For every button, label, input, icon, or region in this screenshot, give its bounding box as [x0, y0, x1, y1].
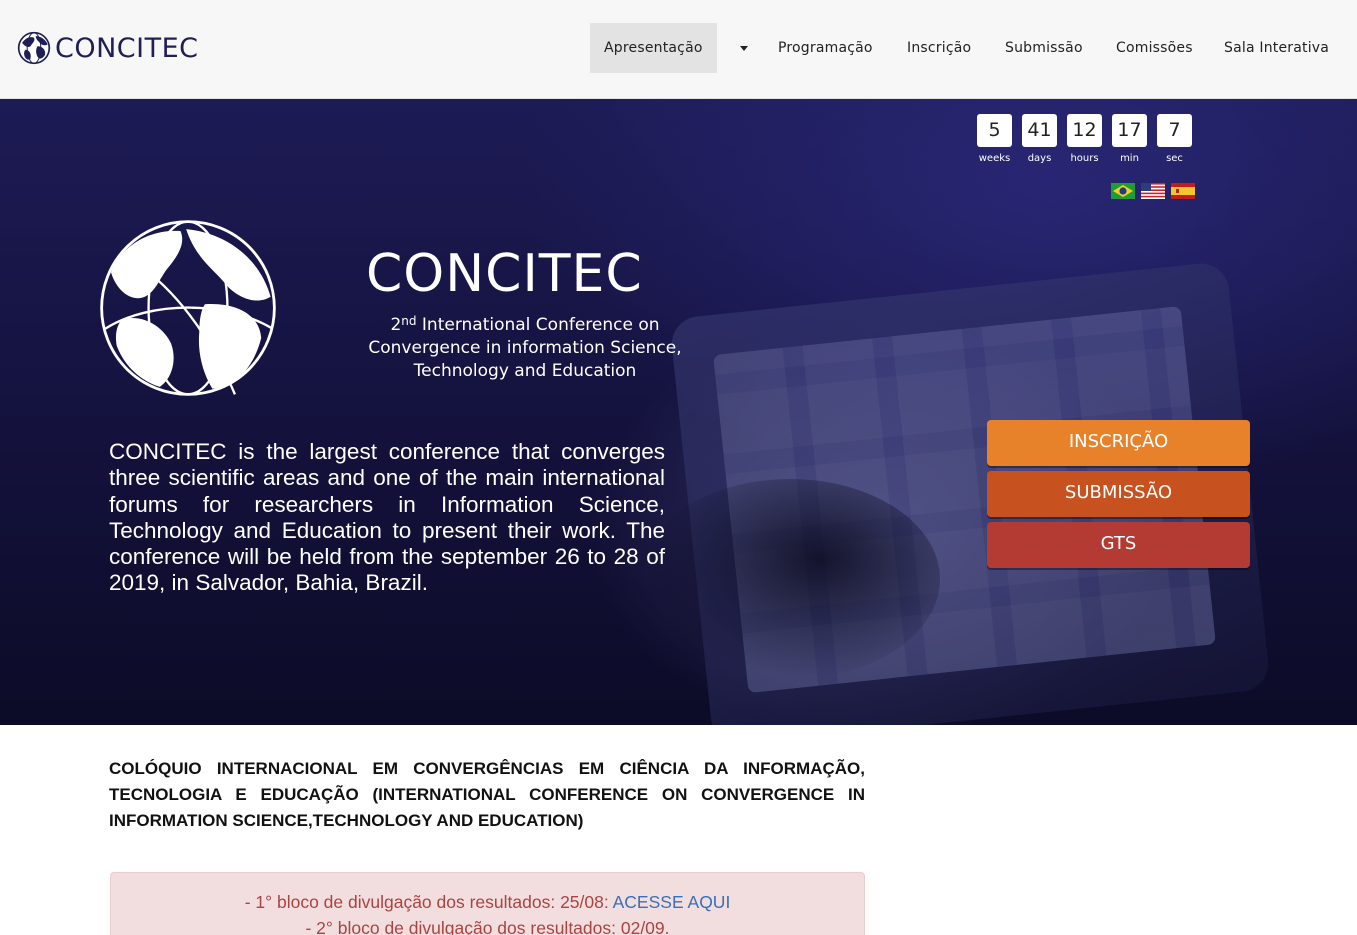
- results-alert: - 1° bloco de divulgação dos resultados:…: [110, 872, 865, 935]
- logo-subtitle-line-1-text: International Conference on: [421, 315, 660, 335]
- countdown-weeks: 5 weeks: [977, 114, 1012, 164]
- spain-flag-icon[interactable]: [1171, 183, 1195, 199]
- hero-banner: 5 weeks 41 days 12 hours 17 min 7 sec CO…: [0, 99, 1357, 725]
- countdown-value: 12: [1067, 114, 1102, 147]
- globe-logo-icon: [17, 31, 51, 65]
- background-hand-shadow: [640, 479, 940, 679]
- countdown-value: 41: [1022, 114, 1057, 147]
- logo-subtitle-ordinal: 2: [390, 315, 402, 335]
- countdown-label: hours: [1070, 153, 1099, 164]
- countdown-label: sec: [1166, 153, 1183, 164]
- nav-item-sala-interativa[interactable]: Sala Interativa: [1224, 23, 1329, 73]
- brazil-flag-icon[interactable]: [1111, 183, 1135, 199]
- logo-subtitle-ordinal-suffix: nd: [401, 314, 417, 328]
- brand-name: CONCITEC: [55, 32, 199, 64]
- submissao-button[interactable]: SUBMISSÃO: [987, 471, 1250, 517]
- countdown-seconds: 7 sec: [1157, 114, 1192, 164]
- nav-item-comissoes[interactable]: Comissões: [1116, 23, 1193, 73]
- countdown-minutes: 17 min: [1112, 114, 1147, 164]
- countdown-value: 17: [1112, 114, 1147, 147]
- hero-logo-subtitle: 2nd International Conference on Converge…: [340, 314, 710, 383]
- countdown-label: days: [1027, 153, 1052, 164]
- nav-item-programacao[interactable]: Programação: [778, 23, 873, 73]
- conference-title: COLÓQUIO INTERNACIONAL EM CONVERGÊNCIAS …: [109, 759, 865, 830]
- countdown-value: 7: [1157, 114, 1192, 147]
- nav-item-submissao[interactable]: Submissão: [1005, 23, 1083, 73]
- countdown-days: 41 days: [1022, 114, 1057, 164]
- countdown-label: weeks: [978, 153, 1011, 164]
- countdown-timer: 5 weeks 41 days 12 hours 17 min 7 sec: [977, 114, 1192, 164]
- countdown-hours: 12 hours: [1067, 114, 1102, 164]
- alert-line-1-text: - 1° bloco de divulgação dos resultados:…: [244, 892, 613, 912]
- nav-item-inscricao[interactable]: Inscrição: [907, 23, 971, 73]
- hero-logo-title: CONCITEC: [366, 244, 643, 304]
- gts-button[interactable]: GTS: [987, 522, 1250, 568]
- alert-line-1: - 1° bloco de divulgação dos resultados:…: [111, 889, 864, 915]
- logo-subtitle-line-3: Technology and Education: [413, 361, 637, 381]
- logo-subtitle-line-2: Convergence in information Science,: [368, 338, 682, 358]
- dropdown-caret-icon[interactable]: [734, 23, 754, 73]
- alert-line-2: - 2° bloco de divulgação dos resultados:…: [305, 918, 670, 935]
- nav-item-apresentacao[interactable]: Apresentação: [590, 23, 717, 73]
- countdown-value: 5: [977, 114, 1012, 147]
- concitec-globe-logo-icon: [100, 220, 276, 396]
- inscricao-button[interactable]: INSCRIÇÃO: [987, 420, 1250, 466]
- language-selector: [1111, 183, 1195, 199]
- hero-intro-text: CONCITEC is the largest conference that …: [109, 439, 665, 596]
- countdown-label: min: [1120, 153, 1139, 164]
- brand-logo-link[interactable]: CONCITEC: [17, 31, 199, 65]
- acesse-aqui-link[interactable]: ACESSE AQUI: [613, 892, 731, 912]
- usa-flag-icon[interactable]: [1141, 183, 1165, 199]
- logo-subtitle-line-1: 2nd International Conference on: [340, 314, 710, 337]
- top-navbar: CONCITEC Apresentação Programação Inscri…: [0, 0, 1357, 99]
